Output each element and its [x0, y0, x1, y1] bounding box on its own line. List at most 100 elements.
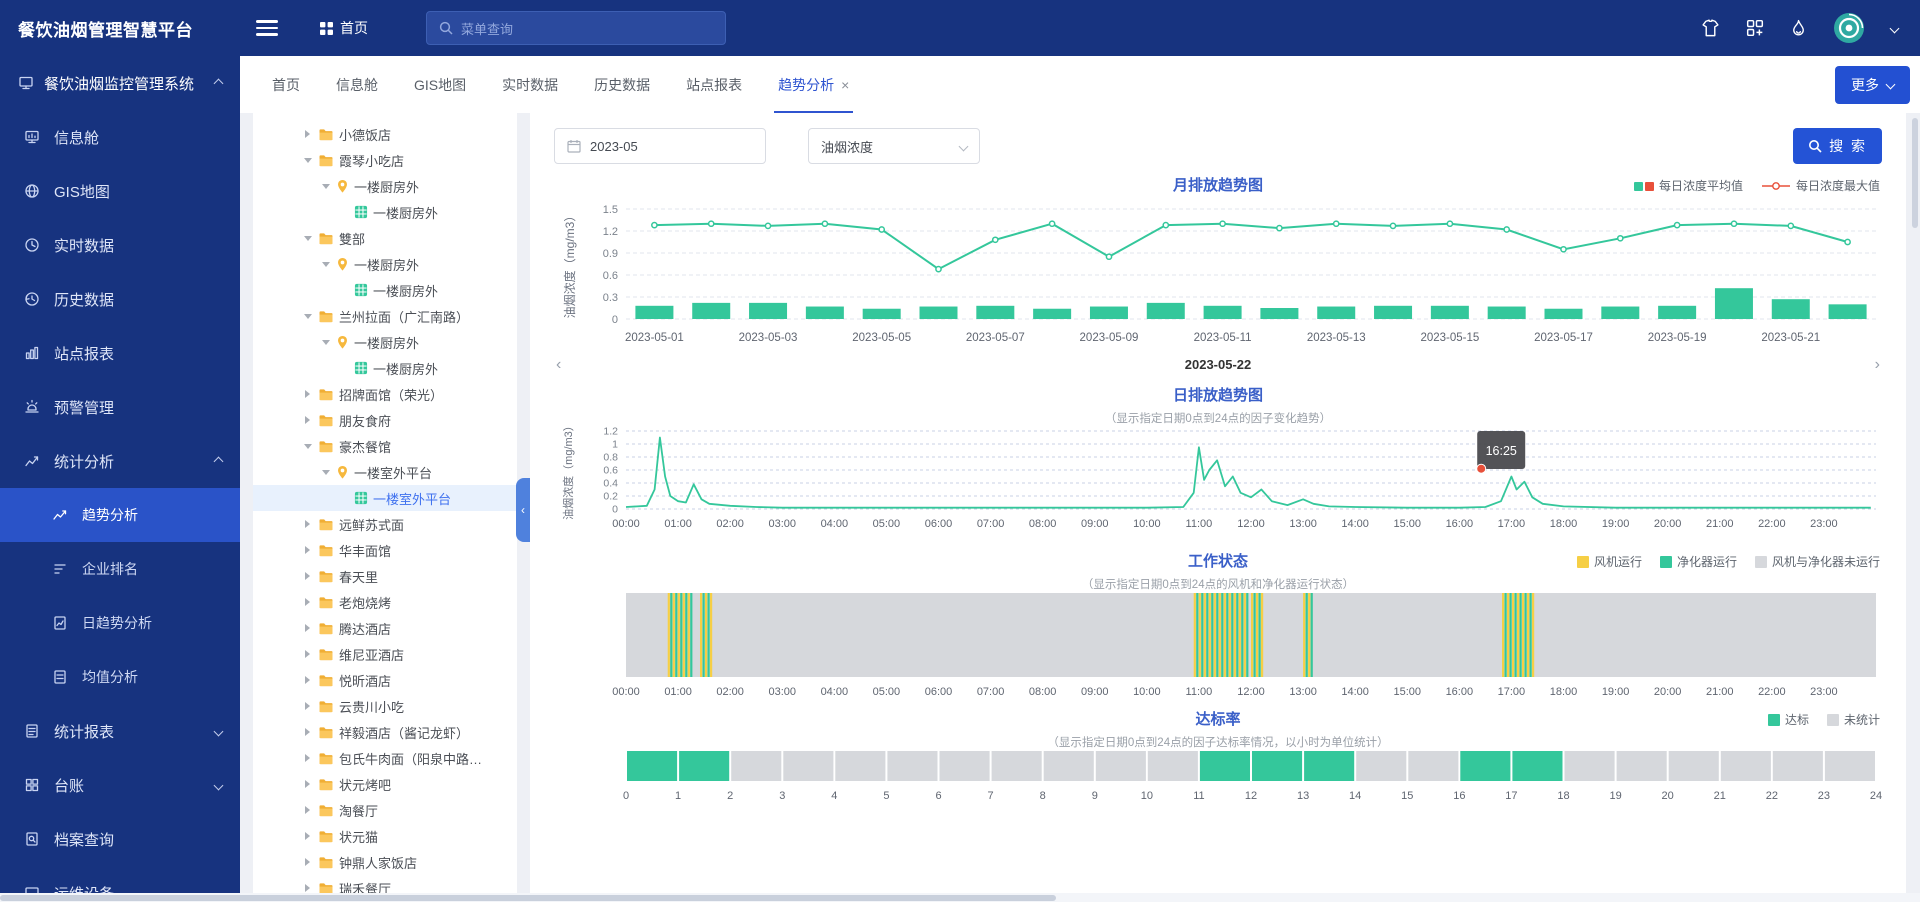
horizontal-scrollbar[interactable]	[0, 893, 1920, 902]
sidebar-item-站点报表[interactable]: 站点报表	[0, 326, 240, 380]
tree-arrow-right-icon[interactable]	[301, 780, 314, 788]
vertical-scrollbar[interactable]	[1912, 118, 1918, 228]
apps-icon[interactable]	[1746, 19, 1764, 37]
tree-item-雙部[interactable]: 雙部	[253, 225, 517, 251]
prev-day-icon[interactable]: ‹	[556, 355, 561, 375]
tree-arrow-right-icon[interactable]	[301, 130, 314, 138]
tab-站点报表[interactable]: 站点报表	[668, 56, 760, 113]
sidebar-item-均值分析[interactable]: 均值分析	[0, 650, 240, 704]
home-shortcut[interactable]: 首页	[320, 18, 368, 38]
sidebar-item-统计报表[interactable]: 统计报表	[0, 704, 240, 758]
theme-icon[interactable]	[1701, 19, 1720, 38]
tree-item-招牌面馆（荣光）[interactable]: 招牌面馆（荣光）	[253, 381, 517, 407]
tree-item-一楼室外平台[interactable]: 一楼室外平台	[253, 459, 517, 485]
tree-arrow-down-icon[interactable]	[301, 236, 314, 241]
search-button[interactable]: 搜 索	[1793, 128, 1882, 164]
more-button[interactable]: 更多	[1835, 66, 1910, 104]
tree-item-一楼厨房外[interactable]: 一楼厨房外	[253, 251, 517, 277]
daily-trend-chart[interactable]: 00.20.40.60.811.2油烟浓度（mg/m3）00:0001:0002…	[554, 425, 1882, 541]
tree-arrow-right-icon[interactable]	[301, 598, 314, 606]
tree-arrow-down-icon[interactable]	[319, 340, 332, 345]
tree-arrow-right-icon[interactable]	[301, 754, 314, 762]
tree-item-一楼厨房外[interactable]: 一楼厨房外	[253, 329, 517, 355]
avatar[interactable]	[1833, 12, 1865, 44]
sidebar-item-趋势分析[interactable]: 趋势分析	[0, 488, 240, 542]
sidebar-item-GIS地图[interactable]: GIS地图	[0, 164, 240, 218]
legend-item[interactable]: 未统计	[1827, 709, 1880, 731]
tree-arrow-right-icon[interactable]	[301, 806, 314, 814]
tree-item-状元猫[interactable]: 状元猫	[253, 823, 517, 849]
next-day-icon[interactable]: ›	[1875, 355, 1880, 375]
sidebar-item-日趋势分析[interactable]: 日趋势分析	[0, 596, 240, 650]
tree-arrow-right-icon[interactable]	[301, 520, 314, 528]
legend-item[interactable]: 风机与净化器未运行	[1755, 551, 1880, 573]
sidebar-item-信息舱[interactable]: 信息舱	[0, 110, 240, 164]
sidebar-item-企业排名[interactable]: 企业排名	[0, 542, 240, 596]
tab-信息舱[interactable]: 信息舱	[318, 56, 396, 113]
tree-arrow-right-icon[interactable]	[301, 884, 314, 892]
tab-历史数据[interactable]: 历史数据	[576, 56, 668, 113]
legend-item[interactable]: 每日浓度平均值	[1634, 175, 1743, 197]
tab-实时数据[interactable]: 实时数据	[484, 56, 576, 113]
sidebar-item-实时数据[interactable]: 实时数据	[0, 218, 240, 272]
tree-arrow-right-icon[interactable]	[301, 624, 314, 632]
close-tab-icon[interactable]: ×	[841, 78, 849, 92]
tree-arrow-right-icon[interactable]	[301, 546, 314, 554]
flame-icon[interactable]	[1790, 19, 1807, 38]
sidebar-item-档案查询[interactable]: 档案查询	[0, 812, 240, 866]
tree-item-钟鼎人家饭店[interactable]: 钟鼎人家饭店	[253, 849, 517, 875]
legend-item[interactable]: 达标	[1768, 709, 1809, 731]
tree-item-悦昕酒店[interactable]: 悦昕酒店	[253, 667, 517, 693]
tree-item-朋友食府[interactable]: 朋友食府	[253, 407, 517, 433]
tree-item-包氏牛肉面（阳泉中路…[interactable]: 包氏牛肉面（阳泉中路…	[253, 745, 517, 771]
tree-arrow-right-icon[interactable]	[301, 832, 314, 840]
tree-item-祥毅酒店（酱记龙虾）[interactable]: 祥毅酒店（酱记龙虾）	[253, 719, 517, 745]
sidebar-item-台账[interactable]: 台账	[0, 758, 240, 812]
sidebar-item-历史数据[interactable]: 历史数据	[0, 272, 240, 326]
tree-arrow-down-icon[interactable]	[301, 444, 314, 449]
tree-arrow-right-icon[interactable]	[301, 858, 314, 866]
tab-首页[interactable]: 首页	[254, 56, 318, 113]
legend-item[interactable]: 净化器运行	[1660, 551, 1737, 573]
tree-arrow-right-icon[interactable]	[301, 572, 314, 580]
tree-item-腾达酒店[interactable]: 腾达酒店	[253, 615, 517, 641]
legend-item[interactable]: 风机运行	[1577, 551, 1642, 573]
legend-item[interactable]: 每日浓度最大值	[1761, 175, 1880, 197]
menu-search-input[interactable]: 菜单查询	[426, 11, 726, 45]
tree-item-维尼亚酒店[interactable]: 维尼亚酒店	[253, 641, 517, 667]
tree-item-一楼厨房外[interactable]: 一楼厨房外	[253, 199, 517, 225]
compliance-rate-chart[interactable]: 0123456789101112131415161718192021222324	[554, 749, 1882, 813]
tree-arrow-down-icon[interactable]	[319, 470, 332, 475]
tree-item-豪杰餐馆[interactable]: 豪杰餐馆	[253, 433, 517, 459]
tree-item-小德饭店[interactable]: 小德饭店	[253, 121, 517, 147]
sidebar-toggle-icon[interactable]	[256, 16, 278, 40]
tree-arrow-right-icon[interactable]	[301, 728, 314, 736]
tree-item-霞琴小吃店[interactable]: 霞琴小吃店	[253, 147, 517, 173]
tree-arrow-right-icon[interactable]	[301, 390, 314, 398]
sidebar-item-统计分析[interactable]: 统计分析	[0, 434, 240, 488]
work-status-chart[interactable]: 00:0001:0002:0003:0004:0005:0006:0007:00…	[554, 591, 1882, 699]
chevron-down-icon[interactable]	[1890, 23, 1900, 33]
monthly-trend-chart[interactable]: 00.30.60.91.21.5油烟浓度（mg/m3）2023-05-01202…	[554, 197, 1882, 349]
tree-item-兰州拉面（广汇南路）[interactable]: 兰州拉面（广汇南路）	[253, 303, 517, 329]
tree-arrow-right-icon[interactable]	[301, 650, 314, 658]
tree-arrow-down-icon[interactable]	[301, 314, 314, 319]
tree-arrow-right-icon[interactable]	[301, 416, 314, 424]
tree-arrow-right-icon[interactable]	[301, 702, 314, 710]
month-picker[interactable]: 2023-05	[554, 128, 766, 164]
tab-GIS地图[interactable]: GIS地图	[396, 56, 484, 113]
tree-item-淘餐厅[interactable]: 淘餐厅	[253, 797, 517, 823]
tab-趋势分析[interactable]: 趋势分析×	[760, 56, 867, 113]
tree-item-远鲜苏式面[interactable]: 远鲜苏式面	[253, 511, 517, 537]
collapse-panel-handle[interactable]: ‹	[516, 478, 530, 542]
tree-arrow-down-icon[interactable]	[301, 158, 314, 163]
tree-item-云贵川小吃[interactable]: 云贵川小吃	[253, 693, 517, 719]
tree-item-华丰面馆[interactable]: 华丰面馆	[253, 537, 517, 563]
tree-item-状元烤吧[interactable]: 状元烤吧	[253, 771, 517, 797]
tree-item-一楼厨房外[interactable]: 一楼厨房外	[253, 277, 517, 303]
tree-item-一楼室外平台[interactable]: 一楼室外平台	[253, 485, 517, 511]
tree-arrow-down-icon[interactable]	[319, 262, 332, 267]
sidebar-item-预警管理[interactable]: 预警管理	[0, 380, 240, 434]
tree-item-一楼厨房外[interactable]: 一楼厨房外	[253, 173, 517, 199]
tree-item-老炮烧烤[interactable]: 老炮烧烤	[253, 589, 517, 615]
